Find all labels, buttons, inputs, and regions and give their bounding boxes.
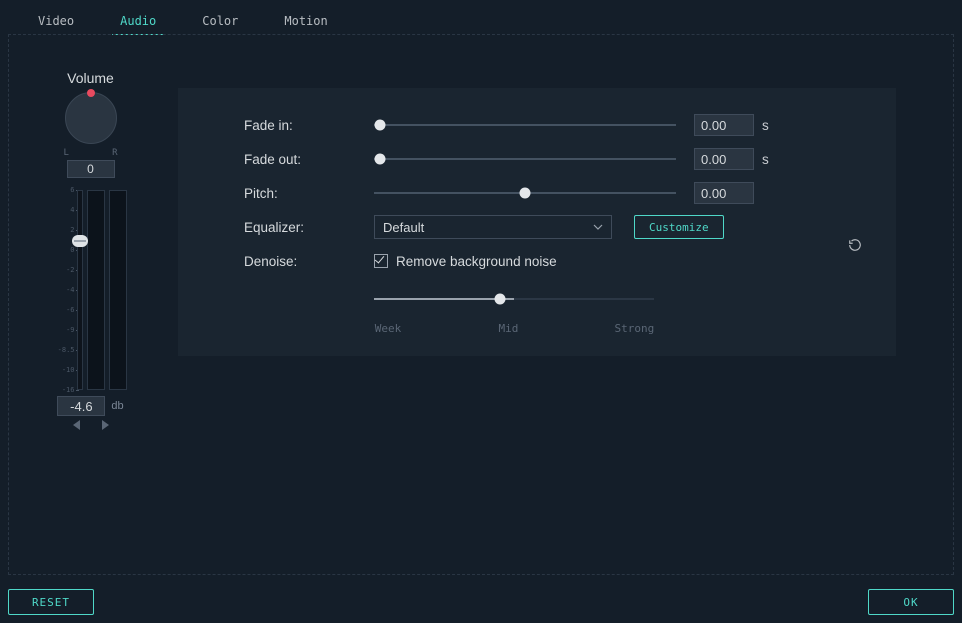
denoise-checkbox-label: Remove background noise [396, 254, 557, 269]
tab-video[interactable]: Video [30, 10, 82, 35]
label-fade-in: Fade in: [244, 118, 374, 133]
pan-r-label: R [112, 148, 117, 158]
pitch-input[interactable] [694, 182, 754, 204]
volume-slider-thumb[interactable] [72, 235, 88, 247]
level-meter-l [87, 190, 105, 390]
tab-color[interactable]: Color [194, 10, 246, 35]
fade-in-unit: s [762, 118, 769, 133]
reset-button[interactable]: RESET [8, 589, 94, 615]
fade-out-unit: s [762, 152, 769, 167]
level-meter-r [109, 190, 127, 390]
ok-button[interactable]: OK [868, 589, 954, 615]
db-input[interactable] [57, 396, 105, 416]
label-equalizer: Equalizer: [244, 220, 374, 235]
denoise-checkbox[interactable] [374, 254, 388, 268]
label-denoise: Denoise: [244, 254, 374, 269]
meter-scale: 6 4 2 0 -2 -4 -6 -9 -8.5 -10 -16 [55, 190, 77, 390]
fade-out-slider[interactable] [374, 152, 676, 166]
denoise-tick-strong: Strong [615, 322, 655, 335]
fade-in-input[interactable] [694, 114, 754, 136]
label-fade-out: Fade out: [244, 152, 374, 167]
reset-icon[interactable] [848, 238, 862, 255]
denoise-tick-week: Week [375, 322, 402, 335]
pan-l-label: L [64, 148, 69, 158]
denoise-strength-slider[interactable] [374, 292, 654, 306]
pan-input[interactable] [67, 160, 115, 178]
chevron-down-icon [593, 224, 603, 230]
db-increase-icon[interactable] [102, 420, 109, 430]
pan-knob[interactable] [65, 92, 117, 144]
denoise-tick-mid: Mid [498, 322, 518, 335]
pan-knob-indicator [87, 89, 95, 97]
customize-button[interactable]: Customize [634, 215, 724, 239]
tab-audio[interactable]: Audio [112, 10, 164, 35]
volume-title: Volume [8, 70, 173, 86]
fade-in-slider[interactable] [374, 118, 676, 132]
equalizer-selected-value: Default [383, 220, 424, 235]
equalizer-select[interactable]: Default [374, 215, 612, 239]
volume-slider[interactable] [77, 190, 83, 390]
pitch-slider[interactable] [374, 186, 676, 200]
db-decrease-icon[interactable] [73, 420, 80, 430]
db-unit: db [111, 400, 123, 412]
tab-motion[interactable]: Motion [276, 10, 335, 35]
fade-out-input[interactable] [694, 148, 754, 170]
label-pitch: Pitch: [244, 186, 374, 201]
